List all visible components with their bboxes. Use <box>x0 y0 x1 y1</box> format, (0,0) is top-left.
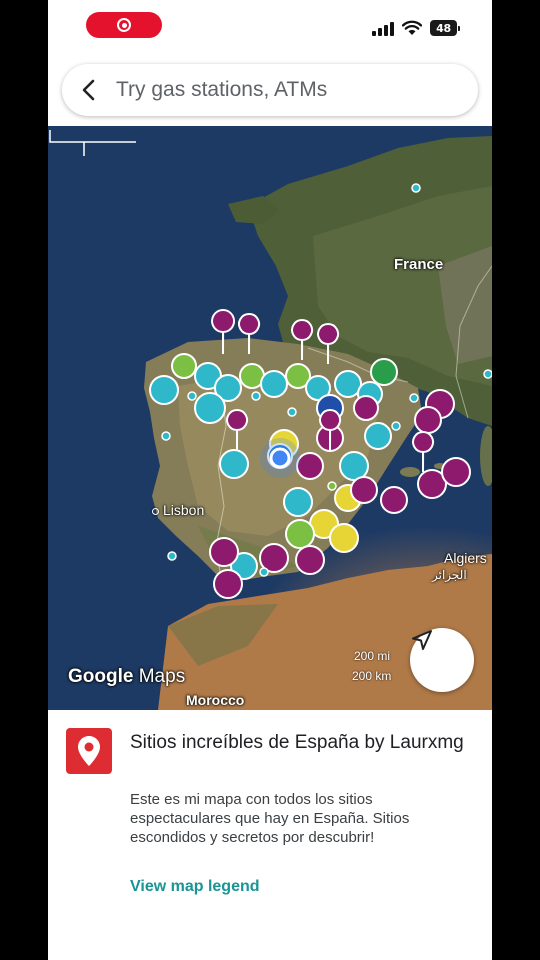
map-label-algiers-arabic: الجزائر <box>432 568 467 582</box>
google-logo-text: Google <box>68 666 134 687</box>
map-scale-icon <box>49 130 136 156</box>
phone-screen: 48 Try gas stations, ATMs France Lisbon … <box>48 0 492 960</box>
map-pin-icon <box>66 728 112 774</box>
map-label-morocco: Morocco <box>186 692 245 708</box>
back-button[interactable] <box>62 64 116 116</box>
map-title: Sitios increíbles de España by Laurxmg <box>130 732 464 753</box>
record-icon <box>117 18 131 32</box>
map-scale-kilometers: 200 km <box>352 669 392 683</box>
screen-recording-indicator[interactable] <box>86 12 162 38</box>
back-arrow-icon <box>82 79 95 101</box>
navigation-arrow-icon <box>412 630 432 650</box>
map-info-panel: Sitios increíbles de España by Laurxmg E… <box>48 710 492 960</box>
google-maps-logo: Google Maps <box>68 666 185 688</box>
cellular-signal-icon <box>372 22 394 36</box>
status-bar: 48 <box>48 0 492 56</box>
map-description: Este es mi mapa con todos los sitios esp… <box>130 791 410 846</box>
map-label-algiers: Algiers <box>444 550 487 566</box>
view-map-legend-link[interactable]: View map legend <box>130 878 260 896</box>
map-view[interactable]: France Lisbon Algiers الجزائر Morocco Go… <box>48 126 492 710</box>
maps-logo-text: Maps <box>138 666 186 687</box>
search-bar[interactable]: Try gas stations, ATMs <box>62 64 478 116</box>
map-label-lisbon: Lisbon <box>152 502 204 518</box>
map-label-france: France <box>394 256 444 273</box>
map-scale-miles: 200 mi <box>354 649 391 663</box>
search-input[interactable]: Try gas stations, ATMs <box>116 78 327 102</box>
satellite-map <box>144 136 492 710</box>
battery-icon: 48 <box>430 20 462 36</box>
battery-level: 48 <box>430 20 457 36</box>
wifi-icon <box>402 20 422 35</box>
search-area: Try gas stations, ATMs <box>48 56 492 126</box>
current-location-dot <box>269 447 291 469</box>
my-location-button[interactable] <box>410 628 474 692</box>
